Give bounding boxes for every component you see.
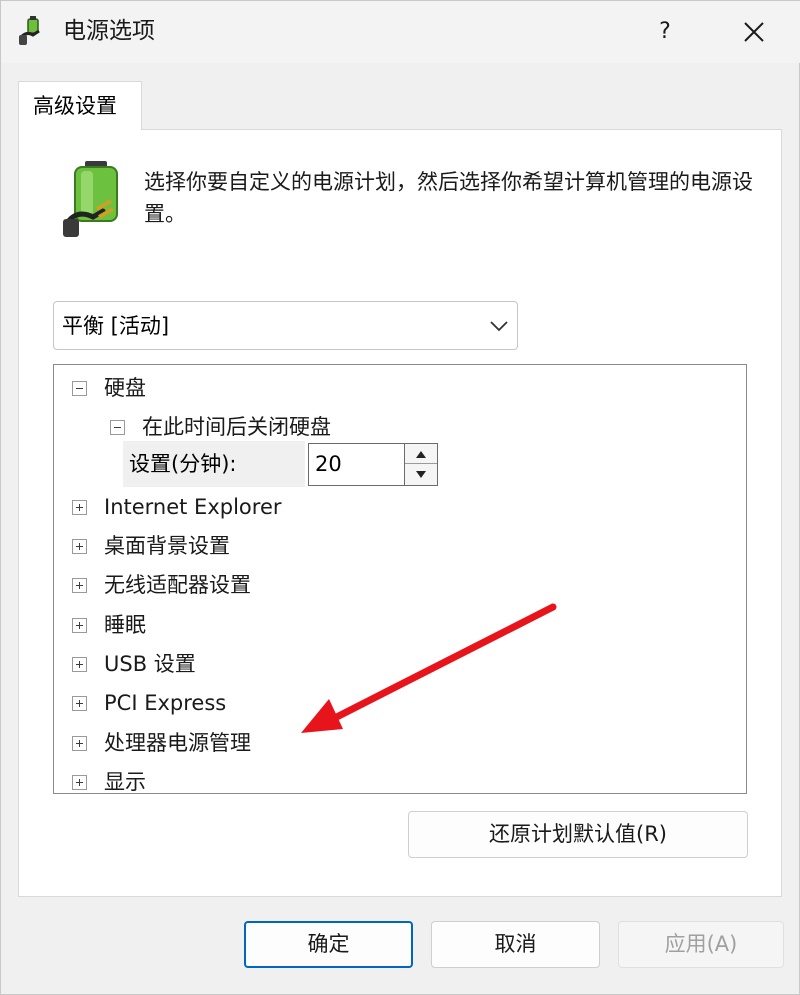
tree-item-label: PCI Express [104,691,227,715]
apply-button[interactable]: 应用(A) [618,921,784,968]
expand-icon[interactable] [72,618,87,633]
ok-button[interactable]: 确定 [244,921,413,968]
spin-down-button[interactable] [405,465,437,485]
minutes-stepper[interactable] [404,443,438,486]
spin-up-button[interactable] [405,444,437,464]
cancel-button[interactable]: 取消 [431,921,600,968]
tree-item-label: 在此时间后关闭硬盘 [142,415,331,439]
tree-item-label: 显示 [104,770,146,794]
power-plan-dropdown[interactable]: 平衡 [活动] [53,301,518,350]
intro-text: 选择你要自定义的电源计划，然后选择你希望计算机管理的电源设置。 [144,170,753,226]
expand-icon[interactable] [72,696,87,711]
tree-item-label: 睡眠 [104,613,146,637]
power-options-dialog: 电源选项 ? 高级设置 选择你要自定义的电源计划，然后选择你希望计算机管理的电源… [0,0,800,995]
expand-icon[interactable] [72,775,87,790]
close-button[interactable] [729,9,779,55]
close-icon [744,22,764,42]
help-button[interactable]: ? [641,11,689,53]
collapse-icon[interactable] [110,420,125,435]
battery-plug-icon [63,161,118,237]
arrow-up-icon [416,451,426,458]
tree-item-label: 硬盘 [104,376,146,400]
tab-label: 高级设置 [33,94,117,118]
power-plug-icon [19,16,40,45]
minutes-input[interactable]: 20 [308,443,405,486]
tree-item-label: USB 设置 [104,652,196,676]
expand-icon[interactable] [72,539,87,554]
minutes-label: 设置(分钟): [123,441,305,487]
tree-item-label: 无线适配器设置 [104,573,251,597]
chevron-down-icon [490,321,508,332]
tree-item-label: 处理器电源管理 [104,731,251,755]
expand-icon[interactable] [72,578,87,593]
restore-defaults-button[interactable]: 还原计划默认值(R) [408,811,748,858]
window-title: 电源选项 [63,18,155,44]
title-bar[interactable]: 电源选项 ? [1,1,800,63]
tree-item-label: 桌面背景设置 [104,534,230,558]
tab-advanced-settings[interactable]: 高级设置 [18,81,142,130]
collapse-icon[interactable] [72,381,87,396]
power-plan-selected: 平衡 [活动] [62,314,170,338]
expand-icon[interactable] [72,736,87,751]
arrow-down-icon [416,471,426,478]
settings-tree[interactable]: 硬盘 在此时间后关闭硬盘 Internet Explorer 桌面背景设置 无线… [53,364,747,794]
expand-icon[interactable] [72,500,87,515]
expand-icon[interactable] [72,657,87,672]
tree-item-label: Internet Explorer [104,495,282,519]
